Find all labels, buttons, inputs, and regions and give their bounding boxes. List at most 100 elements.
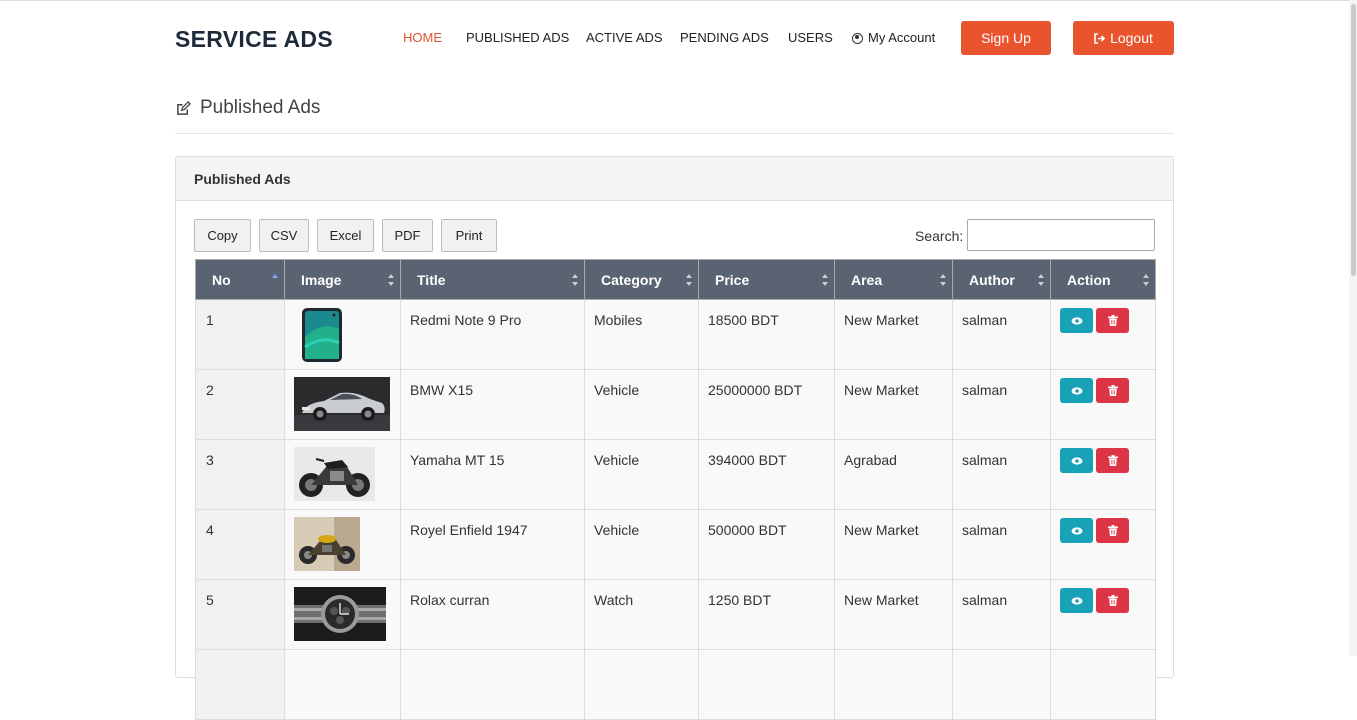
cell-category: Vehicle xyxy=(584,439,699,510)
cell-title: Redmi Note 9 Pro xyxy=(400,299,585,370)
scrollbar-thumb[interactable] xyxy=(1351,4,1356,276)
search-input[interactable] xyxy=(967,219,1155,251)
column-author-label: Author xyxy=(969,271,1015,288)
cell-category: Mobiles xyxy=(584,299,699,370)
nav-published-ads[interactable]: PUBLISHED ADS xyxy=(466,30,569,45)
column-no-label: No xyxy=(212,271,231,288)
motorbike-image xyxy=(294,447,375,501)
cell-price: 1250 BDT xyxy=(698,579,835,650)
cell-price: 25000000 BDT xyxy=(698,369,835,440)
column-area[interactable]: Area xyxy=(834,259,953,300)
excel-button[interactable]: Excel xyxy=(317,219,374,252)
cell-area: New Market xyxy=(834,509,953,580)
cell-category: Vehicle xyxy=(584,369,699,440)
column-title[interactable]: Title xyxy=(400,259,585,300)
print-button[interactable]: Print xyxy=(441,219,497,252)
pdf-button[interactable]: PDF xyxy=(382,219,433,252)
view-button[interactable] xyxy=(1060,448,1093,473)
sort-icon xyxy=(1038,274,1044,286)
column-image-label: Image xyxy=(301,271,342,288)
my-account-label: My Account xyxy=(868,30,936,45)
delete-button[interactable] xyxy=(1096,378,1129,403)
sort-icon xyxy=(1143,274,1149,286)
csv-button[interactable]: CSV xyxy=(259,219,309,252)
table-row: 2 BMW X15 Vehicle 25000000 BDT New Marke… xyxy=(195,369,1156,440)
user-circle-icon xyxy=(852,33,863,44)
signup-label: Sign Up xyxy=(981,30,1031,46)
cell-no: 2 xyxy=(195,369,285,440)
cell-title: Rolax curran xyxy=(400,579,585,650)
view-button[interactable] xyxy=(1060,588,1093,613)
eye-icon xyxy=(1071,316,1082,325)
cell-action xyxy=(1050,649,1156,720)
cell-image xyxy=(284,439,401,510)
cell-action xyxy=(1050,439,1156,510)
column-author[interactable]: Author xyxy=(952,259,1051,300)
cell-image xyxy=(284,299,401,370)
cell-price: 394000 BDT xyxy=(698,439,835,510)
sort-icon xyxy=(388,274,394,286)
cell-price: 500000 BDT xyxy=(698,509,835,580)
cell-title: Royel Enfield 1947 xyxy=(400,509,585,580)
table-row: 1 Redmi Note 9 Pro Mobiles 18500 BDT New… xyxy=(195,299,1156,370)
delete-button[interactable] xyxy=(1096,518,1129,543)
eye-icon xyxy=(1071,456,1082,465)
column-price-label: Price xyxy=(715,271,750,288)
cell-author: salman xyxy=(952,369,1051,440)
column-price[interactable]: Price xyxy=(698,259,835,300)
column-image[interactable]: Image xyxy=(284,259,401,300)
divider xyxy=(175,133,1174,134)
cell-author: salman xyxy=(952,509,1051,580)
delete-button[interactable] xyxy=(1096,308,1129,333)
logout-label: Logout xyxy=(1110,30,1153,46)
cell-price: 18500 BDT xyxy=(698,299,835,370)
brand-logo[interactable]: SERVICE ADS xyxy=(175,26,333,53)
cell-action xyxy=(1050,369,1156,440)
cell-no xyxy=(195,649,285,720)
cell-image xyxy=(284,369,401,440)
table-header-row: No Image Title Category Price Area Autho… xyxy=(195,259,1156,300)
nav-pending-ads[interactable]: PENDING ADS xyxy=(680,30,769,45)
delete-button[interactable] xyxy=(1096,448,1129,473)
cell-category: Watch xyxy=(584,579,699,650)
car-image xyxy=(294,377,390,431)
eye-icon xyxy=(1071,526,1082,535)
sign-out-icon xyxy=(1094,32,1106,44)
nav-home[interactable]: HOME xyxy=(403,30,442,45)
view-button[interactable] xyxy=(1060,308,1093,333)
column-action[interactable]: Action xyxy=(1050,259,1156,300)
logout-button[interactable]: Logout xyxy=(1073,21,1174,55)
view-button[interactable] xyxy=(1060,518,1093,543)
motorbike-image xyxy=(294,517,360,571)
nav-users[interactable]: USERS xyxy=(788,30,833,45)
cell-author: salman xyxy=(952,579,1051,650)
cell-area: Agrabad xyxy=(834,439,953,510)
column-category[interactable]: Category xyxy=(584,259,699,300)
phone-image xyxy=(302,308,342,362)
cell-area: New Market xyxy=(834,369,953,440)
cell-action xyxy=(1050,579,1156,650)
cell-no: 4 xyxy=(195,509,285,580)
table-row: 3 Yamaha MT 15 Vehicle 394000 BDT Agraba… xyxy=(195,439,1156,510)
signup-button[interactable]: Sign Up xyxy=(961,21,1051,55)
trash-icon xyxy=(1107,385,1118,396)
cell-area: New Market xyxy=(834,299,953,370)
nav-active-ads[interactable]: ACTIVE ADS xyxy=(586,30,663,45)
view-button[interactable] xyxy=(1060,378,1093,403)
cell-author xyxy=(952,649,1051,720)
delete-button[interactable] xyxy=(1096,588,1129,613)
cell-image xyxy=(284,579,401,650)
watch-image xyxy=(294,587,386,641)
cell-image xyxy=(284,509,401,580)
cell-category xyxy=(584,649,699,720)
eye-icon xyxy=(1071,386,1082,395)
column-category-label: Category xyxy=(601,271,662,288)
cell-action xyxy=(1050,509,1156,580)
copy-button[interactable]: Copy xyxy=(194,219,251,252)
table-row: 5 Rolax curran Watch 1250 BDT New Market… xyxy=(195,579,1156,650)
page-title: Published Ads xyxy=(176,97,320,119)
nav-my-account[interactable]: My Account xyxy=(852,30,935,45)
cell-no: 5 xyxy=(195,579,285,650)
cell-price xyxy=(698,649,835,720)
column-no[interactable]: No xyxy=(195,259,285,300)
